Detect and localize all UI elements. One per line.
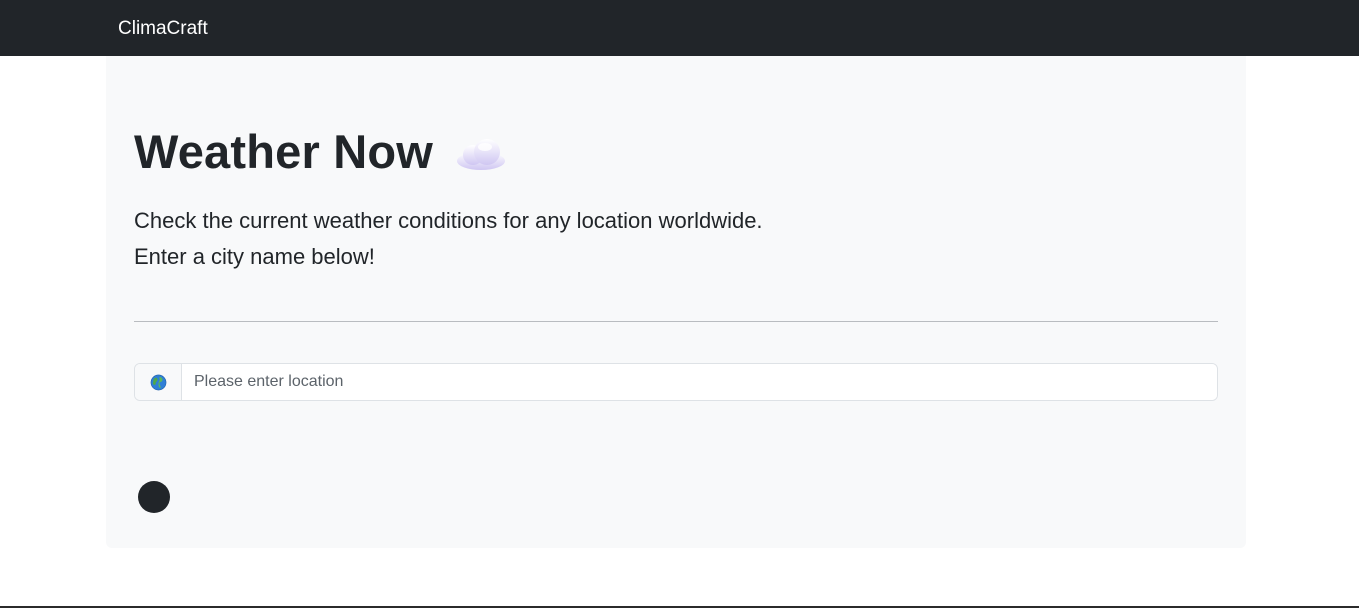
top-navbar: ClimaCraft <box>0 0 1359 56</box>
title-row: Weather Now <box>134 120 507 184</box>
loading-spinner <box>138 481 170 513</box>
brand-link[interactable]: ClimaCraft <box>118 17 208 41</box>
location-search-group <box>134 363 1218 401</box>
intro-line-1: Check the current weather conditions for… <box>134 208 763 233</box>
intro-line-2: Enter a city name below! <box>134 244 375 269</box>
intro-text: Check the current weather conditions for… <box>134 203 1034 275</box>
bottom-border <box>0 606 1359 608</box>
weather-panel: Weather Now Check the current weather co… <box>106 56 1246 548</box>
page-title: Weather Now <box>134 125 434 178</box>
input-addon <box>135 364 182 400</box>
divider <box>134 321 1218 322</box>
globe-icon <box>150 374 166 390</box>
location-input[interactable] <box>182 364 1217 400</box>
cloud-icon <box>457 139 506 170</box>
